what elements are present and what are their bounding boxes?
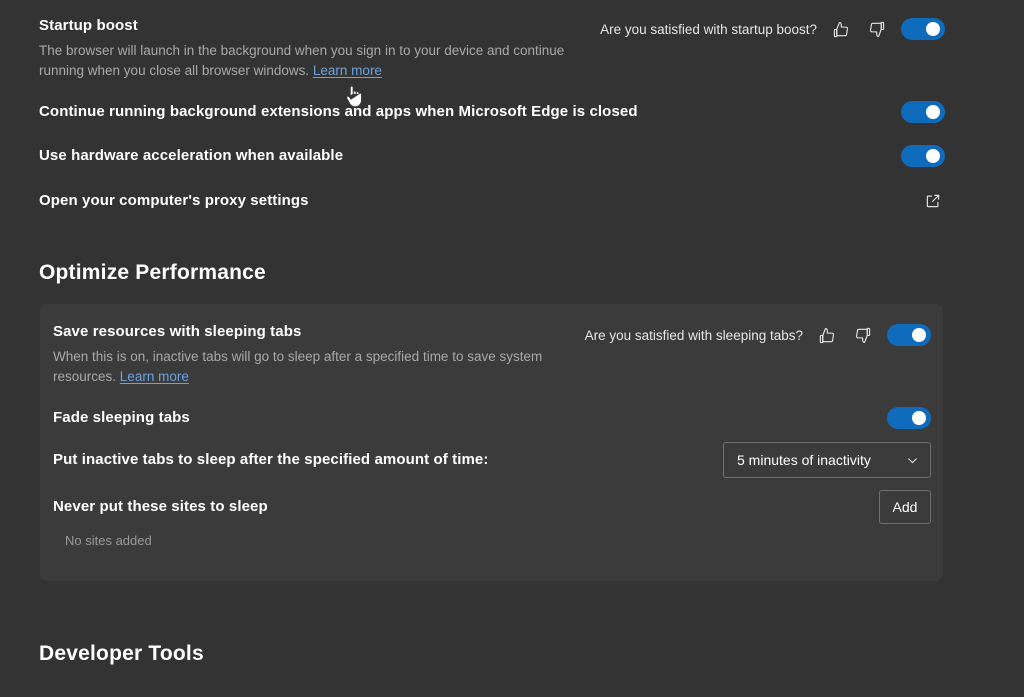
sleeping-tabs-card: Save resources with sleeping tabs When t… (40, 304, 943, 581)
startup-boost-learn-more-link[interactable]: Learn more (313, 63, 382, 78)
proxy-settings-controls (921, 189, 945, 213)
setting-row-background-extensions: Continue running background extensions a… (39, 101, 945, 123)
background-extensions-title: Continue running background extensions a… (39, 103, 638, 120)
fade-sleeping-tabs-controls (887, 407, 931, 429)
fade-sleeping-tabs-toggle[interactable] (887, 407, 931, 429)
startup-boost-description-text: The browser will launch in the backgroun… (39, 43, 565, 78)
startup-boost-controls: Are you satisfied with startup boost? (600, 18, 945, 40)
developer-tools-heading: Developer Tools (39, 642, 204, 665)
sleeping-tabs-toggle[interactable] (887, 324, 931, 346)
thumbs-down-icon[interactable] (851, 324, 873, 346)
card-row-never-sleep-sites: Never put these sites to sleep Add (53, 490, 931, 524)
toggle-knob (926, 22, 940, 36)
thumbs-down-icon[interactable] (865, 18, 887, 40)
card-row-fade-sleeping-tabs: Fade sleeping tabs (53, 407, 931, 429)
proxy-settings-text-block: Open your computer's proxy settings (39, 191, 309, 211)
sleeping-tabs-feedback-question: Are you satisfied with sleeping tabs? (584, 327, 803, 343)
sleeping-tabs-description: When this is on, inactive tabs will go t… (53, 347, 543, 387)
startup-boost-toggle[interactable] (901, 18, 945, 40)
toggle-knob (926, 149, 940, 163)
fade-sleeping-tabs-title: Fade sleeping tabs (53, 409, 190, 426)
toggle-knob (926, 105, 940, 119)
background-extensions-text-block: Continue running background extensions a… (39, 102, 638, 122)
optimize-performance-heading: Optimize Performance (39, 261, 266, 284)
sleeping-tabs-text-block: Save resources with sleeping tabs When t… (53, 322, 543, 387)
inactive-timeout-controls: 5 minutes of inactivity (723, 442, 931, 478)
inactive-timeout-text-block: Put inactive tabs to sleep after the spe… (53, 450, 488, 470)
inactive-timeout-title: Put inactive tabs to sleep after the spe… (53, 451, 489, 468)
startup-boost-description: The browser will launch in the backgroun… (39, 41, 569, 81)
sleeping-tabs-controls: Are you satisfied with sleeping tabs? (585, 324, 931, 346)
card-row-sites-empty-state: No sites added (65, 533, 925, 548)
add-site-button[interactable]: Add (879, 490, 931, 524)
setting-row-startup-boost: Startup boost The browser will launch in… (39, 16, 945, 81)
startup-boost-feedback-question: Are you satisfied with startup boost? (600, 21, 817, 37)
startup-boost-title: Startup boost (39, 17, 138, 34)
card-row-inactive-timeout: Put inactive tabs to sleep after the spe… (53, 442, 931, 478)
external-link-icon[interactable] (921, 189, 945, 213)
background-extensions-controls (901, 101, 945, 123)
never-sleep-sites-controls: Add (879, 490, 931, 524)
settings-page: Startup boost The browser will launch in… (0, 0, 1024, 697)
fade-sleeping-tabs-text-block: Fade sleeping tabs (53, 408, 190, 428)
inactive-timeout-dropdown[interactable]: 5 minutes of inactivity (723, 442, 931, 478)
sleeping-tabs-learn-more-link[interactable]: Learn more (120, 369, 189, 384)
toggle-knob (912, 411, 926, 425)
setting-row-proxy-settings[interactable]: Open your computer's proxy settings (39, 189, 945, 213)
never-sleep-sites-empty-state: No sites added (65, 533, 152, 548)
proxy-settings-title: Open your computer's proxy settings (39, 192, 309, 209)
hardware-acceleration-controls (901, 145, 945, 167)
startup-boost-text-block: Startup boost The browser will launch in… (39, 16, 569, 81)
setting-row-hardware-acceleration: Use hardware acceleration when available (39, 145, 945, 167)
never-sleep-sites-text-block: Never put these sites to sleep (53, 497, 268, 517)
hardware-acceleration-toggle[interactable] (901, 145, 945, 167)
chevron-down-icon (905, 453, 919, 467)
sleeping-tabs-title: Save resources with sleeping tabs (53, 323, 302, 340)
hardware-acceleration-title: Use hardware acceleration when available (39, 147, 344, 164)
startup-boost-feedback: Are you satisfied with startup boost? (600, 18, 887, 40)
never-sleep-sites-title: Never put these sites to sleep (53, 498, 268, 515)
sleeping-tabs-feedback: Are you satisfied with sleeping tabs? (585, 324, 873, 346)
background-extensions-toggle[interactable] (901, 101, 945, 123)
thumbs-up-icon[interactable] (830, 18, 852, 40)
inactive-timeout-selected-value: 5 minutes of inactivity (737, 452, 871, 468)
toggle-knob (912, 328, 926, 342)
thumbs-up-icon[interactable] (816, 324, 838, 346)
hardware-acceleration-text-block: Use hardware acceleration when available (39, 146, 343, 166)
card-row-sleeping-tabs: Save resources with sleeping tabs When t… (53, 322, 931, 387)
